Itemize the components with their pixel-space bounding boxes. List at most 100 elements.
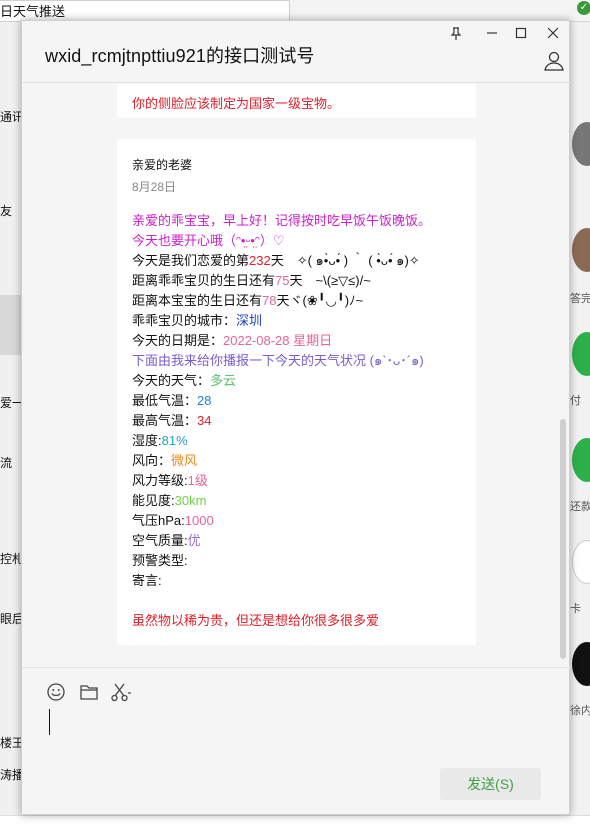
label: 今天的天气：: [132, 373, 211, 388]
my-birthday-line: 距离本宝宝的生日还有78天ヾ(❀╹◡╹)ﾉ~: [132, 291, 472, 311]
report-line: 下面由我来给你播报一下今天的天气状况 (๑`･ᴗ･´๑): [132, 353, 424, 368]
background-window-bar: 日天气推送 ✓: [0, 0, 590, 22]
value: 多云: [210, 373, 237, 388]
person-icon[interactable]: [543, 50, 565, 72]
high-temp-line: 最高气温：34: [132, 411, 472, 431]
label: 天 ~\(≥▽≤)/~: [289, 273, 371, 288]
background-left-item[interactable]: 友: [0, 202, 22, 219]
background-right-item: 答完: [570, 293, 590, 305]
avatar[interactable]: [572, 228, 590, 272]
wind-level-line: 风力等级:1级: [132, 471, 472, 491]
background-left-panel: 通讯 友 爱一 流 控札 眼后 楼王 涛播: [0, 22, 22, 832]
label: 风向：: [132, 453, 172, 468]
background-right-item: 徐内: [570, 705, 590, 717]
text-caret: [49, 709, 50, 735]
background-left-item[interactable]: 眼后: [0, 610, 22, 627]
window-title: wxid_rcmjtnpttiu921的接口测试号: [45, 46, 315, 66]
label: 今天是我们恋爱的第: [132, 253, 250, 268]
value: 1000: [184, 513, 214, 528]
scrollbar[interactable]: [560, 419, 566, 659]
label: 最高气温：: [132, 413, 198, 428]
background-right-item: 付: [570, 395, 581, 407]
humidity-line: 湿度:81%: [132, 431, 472, 451]
avatar[interactable]: [572, 438, 590, 482]
label: 乖乖宝贝的城市：: [132, 313, 237, 328]
background-bottom-strip: [0, 815, 590, 832]
avatar[interactable]: [572, 642, 590, 686]
message-list[interactable]: 你的侧脸应该制定为国家一级宝物。 亲爱的老婆 8月28日 亲爱的乖宝宝，早上好！…: [22, 84, 571, 667]
closing-line: 虽然物以稀为贵，但还是想给你很多很多爱: [132, 613, 380, 628]
her-birthday-line: 距离乖乖宝贝的生日还有75天 ~\(≥▽≤)/~: [132, 271, 472, 291]
chat-window: wxid_rcmjtnpttiu921的接口测试号 你的侧脸应该制定为国家一级宝…: [21, 20, 571, 815]
value: 2022-08-28 星期日: [223, 333, 333, 348]
card-date: 8月28日: [132, 180, 177, 194]
pressure-line: 气压hPa:1000: [132, 511, 472, 531]
value: 75: [275, 273, 290, 288]
label: 湿度:: [132, 433, 162, 448]
avatar[interactable]: [572, 540, 590, 584]
label: 最低气温：: [132, 393, 198, 408]
background-left-item[interactable]: 控札: [0, 550, 22, 567]
minimize-icon[interactable]: [483, 27, 501, 43]
value: 优: [187, 533, 201, 548]
value: 1级: [187, 473, 208, 488]
background-left-item[interactable]: 通讯: [0, 108, 22, 125]
label: 气压hPa:: [132, 513, 185, 528]
check-status-icon: ✓: [577, 1, 590, 15]
label: 能见度:: [132, 493, 175, 508]
background-left-item[interactable]: 爱一: [0, 394, 22, 411]
visibility-line: 能见度:30km: [132, 491, 472, 511]
label: 天ヾ(❀╹◡╹)ﾉ~: [276, 293, 364, 308]
emoji-icon[interactable]: [46, 682, 66, 702]
send-button[interactable]: 发送(S): [440, 768, 541, 800]
air-quality-line: 空气质量:优: [132, 531, 472, 551]
background-right-panel: 答完 付 还款 卡 徐内: [570, 22, 590, 832]
label: 距离本宝宝的生日还有: [132, 293, 263, 308]
folder-icon[interactable]: [79, 682, 99, 702]
background-left-item[interactable]: 楼王: [0, 734, 22, 751]
pin-icon[interactable]: [447, 27, 465, 43]
card-body: 亲爱的乖宝宝，早上好！记得按时吃早饭午饭晚饭。 今天也要开心哦（ᵔ•̤ᵕ•̤ᵔ）…: [132, 211, 472, 631]
value: 深圳: [236, 313, 263, 328]
warning-line: 预警类型:: [132, 553, 188, 568]
label: 今天的日期是：: [132, 333, 224, 348]
title-bar: wxid_rcmjtnpttiu921的接口测试号: [22, 21, 571, 83]
value: 78: [262, 293, 277, 308]
value: 81%: [161, 433, 188, 448]
low-temp-line: 最低气温：28: [132, 391, 472, 411]
value: 微风: [171, 453, 198, 468]
love-days-line: 今天是我们恋爱的第232天 ✧( ๑•̀ᴗ•́ ) ｀ ( •̀ᴗ•́ ๑)✧: [132, 251, 472, 271]
label: 天 ✧( ๑•̀ᴗ•́ ) ｀ ( •̀ᴗ•́ ๑)✧: [270, 253, 420, 268]
avatar[interactable]: [572, 122, 590, 166]
greeting-line: 今天也要开心哦（ᵔ•̤ᵕ•̤ᵔ）♡: [132, 233, 285, 248]
wind-line: 风向：微风: [132, 451, 472, 471]
value: 232: [249, 253, 271, 268]
background-right-item: 还款: [570, 501, 590, 513]
close-icon[interactable]: [544, 27, 562, 43]
background-left-item[interactable]: 流: [0, 454, 22, 471]
value: 34: [197, 413, 212, 428]
message-text: 你的侧脸应该制定为国家一级宝物。: [132, 96, 341, 111]
message-line: 寄言:: [132, 573, 162, 588]
weather-line: 今天的天气：多云: [132, 371, 472, 391]
background-selected-item: [0, 295, 22, 355]
date-line: 今天的日期是：2022-08-28 星期日: [132, 331, 472, 351]
value: 28: [197, 393, 212, 408]
card-sender: 亲爱的老婆: [132, 158, 193, 172]
message-bubble: 亲爱的老婆 8月28日 亲爱的乖宝宝，早上好！记得按时吃早饭午饭晚饭。 今天也要…: [117, 139, 476, 645]
background-tab[interactable]: 日天气推送: [0, 0, 290, 22]
avatar[interactable]: [572, 332, 590, 376]
input-toolbar: [22, 667, 571, 711]
background-left-item[interactable]: 涛播: [0, 766, 22, 783]
scissors-icon[interactable]: [111, 682, 131, 702]
maximize-icon[interactable]: [512, 27, 530, 43]
greeting-line: 亲爱的乖宝宝，早上好！记得按时吃早饭午饭晚饭。: [132, 213, 432, 228]
label: 空气质量:: [132, 533, 188, 548]
value: 30km: [174, 493, 207, 508]
message-bubble: 你的侧脸应该制定为国家一级宝物。: [117, 84, 476, 118]
background-right-item: 卡: [570, 603, 581, 615]
label: 风力等级:: [132, 473, 188, 488]
city-line: 乖乖宝贝的城市：深圳: [132, 311, 472, 331]
label: 距离乖乖宝贝的生日还有: [132, 273, 276, 288]
